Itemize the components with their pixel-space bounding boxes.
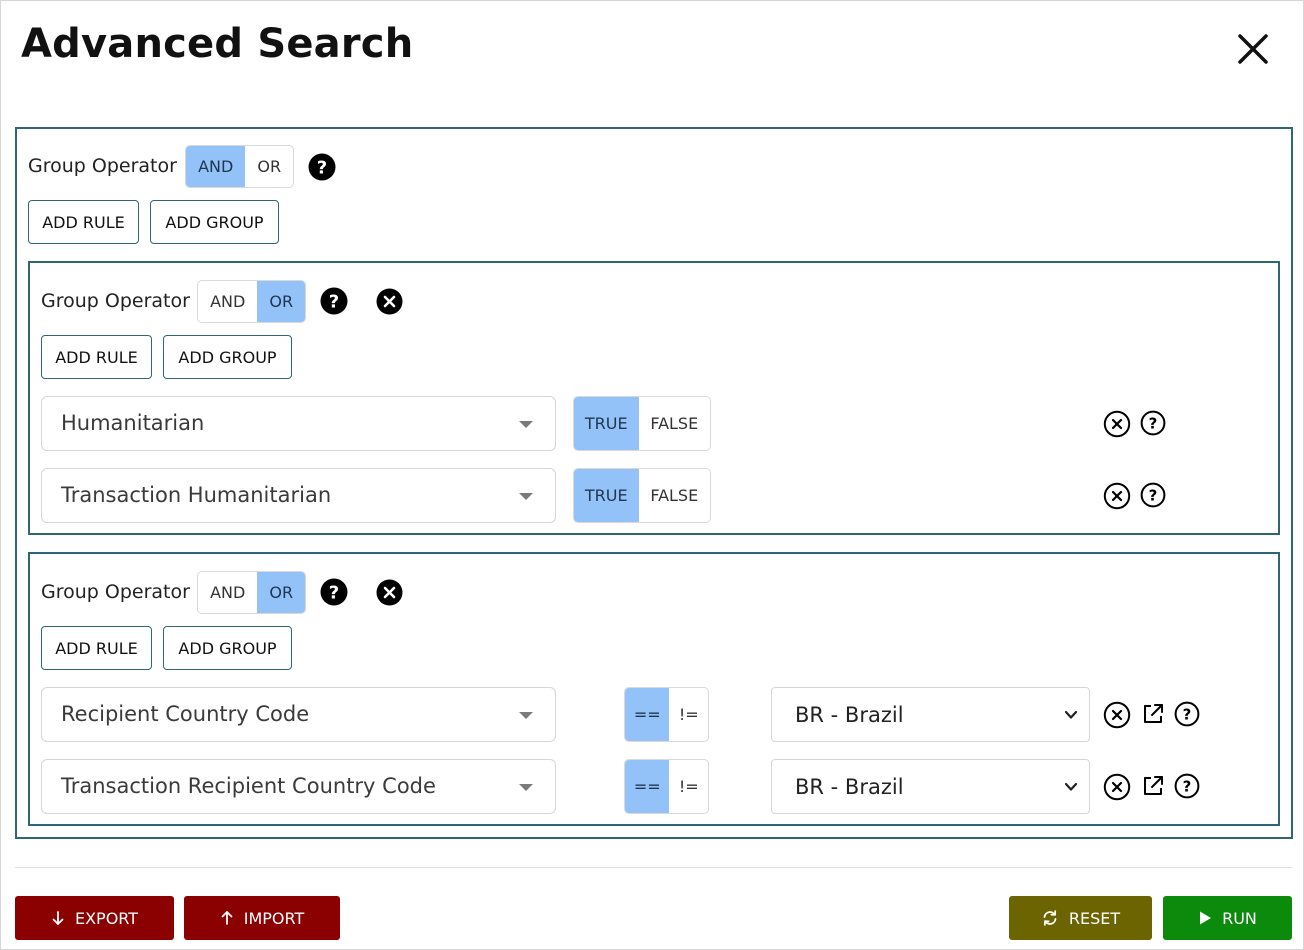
remove-rule-icon[interactable] <box>1103 410 1131 438</box>
not-equals-option[interactable]: != <box>669 688 708 741</box>
help-circle-icon[interactable]: ? <box>308 153 336 181</box>
svg-text:?: ? <box>1149 414 1158 432</box>
svg-text:?: ? <box>329 583 339 604</box>
group-operator-toggle: AND OR <box>197 280 306 323</box>
svg-text:?: ? <box>1183 705 1192 723</box>
false-option[interactable]: FALSE <box>639 469 710 522</box>
rule-field-value: Recipient Country Code <box>61 702 310 726</box>
help-circle-icon[interactable]: ? <box>1174 701 1200 727</box>
comparator-toggle: == != <box>624 759 709 814</box>
reset-label: RESET <box>1068 908 1121 928</box>
boolean-value-toggle: TRUE FALSE <box>573 396 711 451</box>
operator-and-option[interactable]: AND <box>186 146 246 187</box>
rule-field-select[interactable]: Recipient Country Code <box>41 687 556 742</box>
add-rule-button[interactable]: ADD RULE <box>28 200 139 244</box>
remove-rule-icon[interactable] <box>1103 482 1131 510</box>
remove-rule-icon[interactable] <box>1103 773 1131 801</box>
rule-field-value: Transaction Recipient Country Code <box>61 774 436 798</box>
import-button[interactable]: IMPORT <box>184 896 340 940</box>
rule-value-select[interactable]: BR - Brazil <box>771 759 1090 814</box>
add-group-button[interactable]: ADD GROUP <box>163 335 292 379</box>
rule-value-select[interactable]: BR - Brazil <box>771 687 1090 742</box>
chevron-down-icon <box>1064 710 1078 719</box>
svg-text:?: ? <box>1149 486 1158 504</box>
group-operator-label: Group Operator <box>28 155 177 177</box>
group-operator-label: Group Operator <box>41 290 190 312</box>
comparator-toggle: == != <box>624 687 709 742</box>
operator-or-option[interactable]: OR <box>257 281 305 322</box>
import-label: IMPORT <box>243 908 305 928</box>
svg-text:?: ? <box>1183 777 1192 795</box>
add-group-button[interactable]: ADD GROUP <box>150 200 279 244</box>
operator-and-option[interactable]: AND <box>198 281 257 322</box>
svg-text:?: ? <box>329 292 339 313</box>
rule-value: BR - Brazil <box>795 775 904 799</box>
help-circle-icon[interactable]: ? <box>320 287 348 315</box>
arrow-up-icon <box>221 911 233 925</box>
group-operator-toggle: AND OR <box>185 145 294 188</box>
export-button[interactable]: EXPORT <box>15 896 174 940</box>
rule-field-value: Humanitarian <box>61 411 205 435</box>
help-circle-icon[interactable]: ? <box>1140 482 1166 508</box>
equals-option[interactable]: == <box>625 760 670 813</box>
dialog-title: Advanced Search <box>21 21 414 67</box>
chevron-down-icon <box>1064 782 1078 791</box>
help-circle-icon[interactable]: ? <box>1140 410 1166 436</box>
true-option[interactable]: TRUE <box>574 397 639 450</box>
arrow-down-icon <box>52 911 64 925</box>
add-rule-button[interactable]: ADD RULE <box>41 335 152 379</box>
add-rule-button[interactable]: ADD RULE <box>41 626 152 670</box>
remove-group-icon[interactable] <box>376 579 403 606</box>
rule-value: BR - Brazil <box>795 703 904 727</box>
operator-or-option[interactable]: OR <box>245 146 293 187</box>
rule-field-select[interactable]: Transaction Humanitarian <box>41 468 556 523</box>
caret-down-icon <box>519 493 533 500</box>
equals-option[interactable]: == <box>625 688 670 741</box>
help-circle-icon[interactable]: ? <box>1174 773 1200 799</box>
close-icon[interactable] <box>1231 27 1275 71</box>
caret-down-icon <box>519 784 533 791</box>
operator-and-option[interactable]: AND <box>198 572 257 613</box>
group-operator-toggle: AND OR <box>197 571 306 614</box>
remove-group-icon[interactable] <box>376 288 403 315</box>
false-option[interactable]: FALSE <box>639 397 710 450</box>
advanced-search-dialog: Advanced Search Group Operator AND OR ? … <box>0 0 1304 950</box>
refresh-icon <box>1043 910 1057 926</box>
rule-field-value: Transaction Humanitarian <box>61 483 332 507</box>
caret-down-icon <box>519 712 533 719</box>
caret-down-icon <box>519 421 533 428</box>
group-operator-label: Group Operator <box>41 581 190 603</box>
true-option[interactable]: TRUE <box>574 469 639 522</box>
add-group-button[interactable]: ADD GROUP <box>163 626 292 670</box>
help-circle-icon[interactable]: ? <box>320 578 348 606</box>
rule-field-select[interactable]: Humanitarian <box>41 396 556 451</box>
reset-button[interactable]: RESET <box>1009 896 1152 940</box>
footer-divider <box>15 867 1293 868</box>
operator-or-option[interactable]: OR <box>257 572 305 613</box>
open-external-icon[interactable] <box>1140 701 1166 727</box>
boolean-value-toggle: TRUE FALSE <box>573 468 711 523</box>
svg-text:?: ? <box>317 158 327 179</box>
run-label: RUN <box>1222 908 1257 928</box>
open-external-icon[interactable] <box>1140 773 1166 799</box>
not-equals-option[interactable]: != <box>669 760 708 813</box>
export-label: EXPORT <box>74 908 139 928</box>
rule-field-select[interactable]: Transaction Recipient Country Code <box>41 759 556 814</box>
play-icon <box>1200 911 1212 925</box>
remove-rule-icon[interactable] <box>1103 701 1131 729</box>
run-button[interactable]: RUN <box>1163 896 1292 940</box>
